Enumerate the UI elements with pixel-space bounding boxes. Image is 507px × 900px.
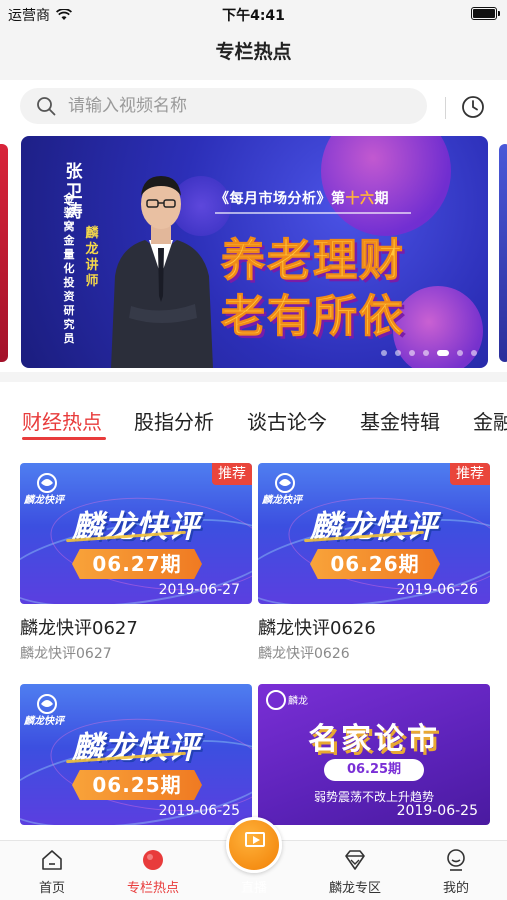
recommend-badge: 推荐 — [212, 463, 252, 485]
live-button[interactable] — [226, 817, 282, 873]
active-tab-indicator — [22, 437, 106, 440]
tab-fund-special[interactable]: 基金特辑 — [360, 406, 440, 435]
video-thumbnail[interactable]: 麟龙快评 麟龙快评 06.27期 2019-06-27 推荐 — [20, 463, 252, 604]
tab-finance-hot[interactable]: 财经热点 — [22, 406, 102, 435]
search-divider — [445, 97, 446, 119]
issue-pill: 06.25期 — [72, 770, 202, 800]
diamond-icon — [345, 850, 365, 870]
live-play-icon — [245, 832, 265, 847]
search-icon — [37, 97, 56, 116]
status-time: 下午4:41 — [222, 8, 285, 24]
video-thumbnail[interactable]: 麟龙快评 麟龙快评 06.26期 2019-06-26 推荐 — [258, 463, 490, 604]
issue-pill: 06.25期 — [324, 759, 424, 781]
banner-title-line1: 养老理财 — [221, 235, 405, 287]
thumbnail-title: 麟龙快评 — [258, 501, 490, 546]
carousel-dot-active[interactable] — [437, 350, 449, 356]
issue-pill: 06.27期 — [72, 549, 202, 579]
tab-history-talk[interactable]: 谈古论今 — [247, 406, 327, 435]
tab-finance[interactable]: 金融 — [473, 406, 507, 435]
thumbnail-title: 名家论市 — [308, 722, 440, 757]
profile-icon — [447, 849, 465, 871]
banner-next-peek[interactable] — [499, 144, 507, 362]
video-card[interactable]: 麟龙快评 麟龙快评 06.25期 2019-06-25 — [20, 684, 252, 825]
carousel-dot[interactable] — [381, 350, 387, 356]
thumbnail-date: 2019-06-25 — [158, 803, 240, 819]
thumbnail-title: 麟龙快评 — [20, 501, 252, 546]
banner-carousel[interactable]: 张卫涛 麟龙讲师 金鉴窝金量化投资研究员 《每月市场分析》第十六期 养老理财 老… — [0, 134, 507, 372]
carousel-dot[interactable] — [409, 350, 415, 356]
recommend-badge: 推荐 — [450, 463, 490, 485]
thumbnail-title: 麟龙快评 — [20, 722, 252, 767]
history-clock-icon[interactable] — [460, 94, 486, 120]
app-screen: 运营商 下午4:41 专栏热点 请输入视频名称 张卫涛 麟龙讲师 金鉴窝金量化投… — [0, 0, 507, 900]
tabbar-profile[interactable]: 我的 — [416, 847, 496, 896]
tabbar-column-hot[interactable]: 专栏热点 — [113, 847, 193, 896]
search-input[interactable] — [68, 88, 408, 124]
card-title[interactable]: 麟龙快评0627 — [20, 614, 252, 640]
banner-presenter-title: 麟龙讲师 — [85, 226, 99, 289]
video-thumbnail[interactable]: 麟龙 名家论市 06.25期 弱势震荡不改上升趋势 2019-06-25 — [258, 684, 490, 825]
tab-index-analysis[interactable]: 股指分析 — [134, 406, 214, 435]
presenter-photo — [111, 176, 213, 368]
live-label: 直播 — [240, 881, 267, 896]
search-row — [0, 80, 507, 134]
card-title[interactable]: 麟龙快评0626 — [258, 614, 490, 640]
carousel-dot[interactable] — [471, 350, 477, 356]
video-card[interactable]: 麟龙快评 麟龙快评 06.27期 2019-06-27 推荐 麟龙快评0627 … — [20, 463, 252, 663]
banner-issue-label: 《每月市场分析》第十六期 — [215, 191, 389, 207]
banner-prev-peek[interactable] — [0, 144, 8, 362]
banner-title-line2: 老有所依 — [221, 291, 405, 343]
banner-presenter-role: 金鉴窝金量化投资研究员 — [63, 192, 75, 345]
thumbnail-date: 2019-06-25 — [396, 803, 478, 819]
carousel-dot[interactable] — [423, 350, 429, 356]
issue-pill: 06.26期 — [310, 549, 440, 579]
battery-icon — [471, 7, 500, 20]
page-title: 专栏热点 — [0, 28, 507, 80]
status-bar: 运营商 下午4:41 — [0, 0, 507, 28]
carousel-dot[interactable] — [395, 350, 401, 356]
carousel-dot[interactable] — [457, 350, 463, 356]
bottom-tab-bar: 首页 专栏热点 直播 麟龙专区 我的 — [0, 817, 507, 900]
video-thumbnail[interactable]: 麟龙快评 麟龙快评 06.25期 2019-06-25 — [20, 684, 252, 825]
card-subtitle: 麟龙快评0627 — [20, 646, 112, 662]
thumbnail-date: 2019-06-26 — [396, 582, 478, 598]
tabbar-linlong-zone[interactable]: 麟龙专区 — [315, 847, 395, 896]
thumbnail-date: 2019-06-27 — [158, 582, 240, 598]
banner-slide[interactable]: 张卫涛 麟龙讲师 金鉴窝金量化投资研究员 《每月市场分析》第十六期 养老理财 老… — [21, 136, 488, 368]
video-card[interactable]: 麟龙 名家论市 06.25期 弱势震荡不改上升趋势 2019-06-25 — [258, 684, 490, 825]
carousel-dots — [381, 350, 477, 356]
video-card[interactable]: 麟龙快评 麟龙快评 06.26期 2019-06-26 推荐 麟龙快评0626 … — [258, 463, 490, 663]
tabbar-home[interactable]: 首页 — [12, 847, 92, 896]
card-subtitle: 麟龙快评0626 — [258, 646, 350, 662]
brand-logo-icon — [266, 690, 286, 710]
category-tabs: 财经热点 股指分析 谈古论今 基金特辑 金融 — [0, 392, 507, 446]
search-box[interactable] — [20, 88, 427, 124]
section-divider — [0, 372, 507, 382]
home-icon — [42, 850, 62, 870]
hot-dot-icon — [143, 850, 163, 870]
